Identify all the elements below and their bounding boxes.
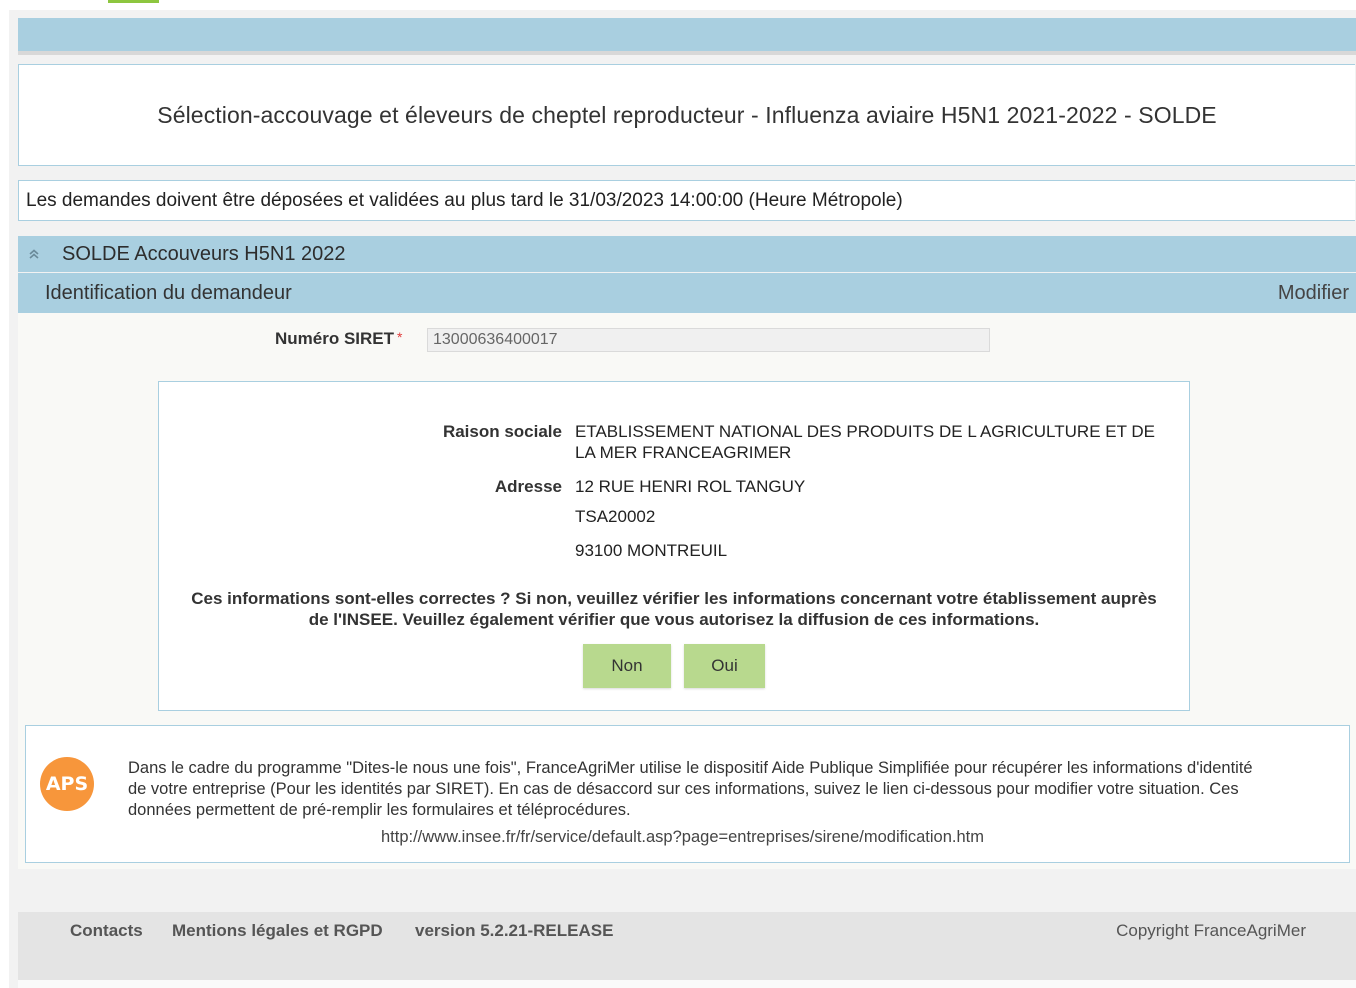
raison-sociale-label: Raison sociale: [442, 422, 562, 441]
confirmation-question: Ces informations sont-elles correctes ? …: [169, 588, 1179, 630]
modify-link[interactable]: Modifier: [1278, 282, 1349, 305]
siret-label: Numéro SIRET *: [275, 329, 402, 349]
page-title-box: Sélection-accouvage et éleveurs de chept…: [18, 64, 1355, 166]
adresse-line1: 12 RUE HENRI ROL TANGUY: [575, 477, 806, 496]
subsection-header: Identification du demandeur Modifier: [18, 273, 1356, 313]
question-line2: de l'INSEE. Veuillez également vérifier …: [308, 610, 1040, 629]
page-title: Sélection-accouvage et éleveurs de chept…: [157, 101, 1217, 128]
insee-link[interactable]: http://www.insee.fr/fr/service/default.a…: [26, 828, 1339, 847]
adresse-label: Adresse: [494, 477, 562, 496]
aps-logo-text: APS: [45, 773, 89, 795]
footer-legal-link[interactable]: Mentions légales et RGPD: [172, 921, 383, 941]
aps-text-line2: de votre entreprise (Pour les identités …: [128, 780, 1239, 798]
siret-field[interactable]: 13000636400017: [427, 328, 990, 352]
adresse-line3: 93100 MONTREUIL: [575, 541, 728, 560]
deadline-text: Les demandes doivent être déposées et va…: [26, 189, 903, 211]
main-content: Numéro SIRET * 13000636400017 Raison soci…: [18, 313, 1356, 869]
chevron-up-icon[interactable]: [27, 247, 41, 261]
deadline-notice: Les demandes doivent être déposées et va…: [18, 180, 1355, 221]
siret-label-text: Numéro SIRET: [275, 329, 395, 348]
adresse-line2: TSA20002: [575, 507, 656, 526]
question-line1: Ces informations sont-elles correctes ? …: [191, 589, 1157, 608]
raison-sociale-line1: ETABLISSEMENT NATIONAL DES PRODUITS DE L…: [575, 422, 1156, 441]
section-header[interactable]: SOLDE Accouveurs H5N1 2022: [18, 236, 1356, 272]
raison-sociale-line2: LA MER FRANCEAGRIMER: [575, 443, 792, 462]
aps-info-box: APS Dans le cadre du programme "Dites-le…: [25, 725, 1350, 863]
aps-logo: APS: [40, 757, 94, 811]
footer-contacts-link[interactable]: Contacts: [70, 921, 143, 941]
bottom-strip: [18, 980, 1356, 988]
section-title: SOLDE Accouveurs H5N1 2022: [62, 242, 346, 265]
required-marker: *: [397, 329, 403, 345]
aps-description: Dans le cadre du programme "Dites-le nou…: [128, 758, 1328, 821]
aps-text-line3: données permettent de pré-remplir les fo…: [128, 801, 631, 819]
no-button[interactable]: Non: [583, 644, 671, 688]
top-bar-shadow: [18, 51, 1356, 55]
aps-text-line1: Dans le cadre du programme "Dites-le nou…: [128, 759, 1253, 777]
footer-version: version 5.2.21-RELEASE: [415, 921, 614, 940]
subsection-title: Identification du demandeur: [45, 281, 292, 304]
active-tab-indicator: [108, 0, 159, 3]
footer: Contacts Mentions légales et RGPD versio…: [18, 912, 1356, 980]
footer-copyright: Copyright FranceAgriMer: [1116, 921, 1306, 940]
top-navigation-bar: [18, 18, 1356, 51]
yes-button[interactable]: Oui: [684, 644, 765, 688]
company-info-box: Raison sociale ETABLISSEMENT NATIONAL DE…: [158, 381, 1190, 711]
